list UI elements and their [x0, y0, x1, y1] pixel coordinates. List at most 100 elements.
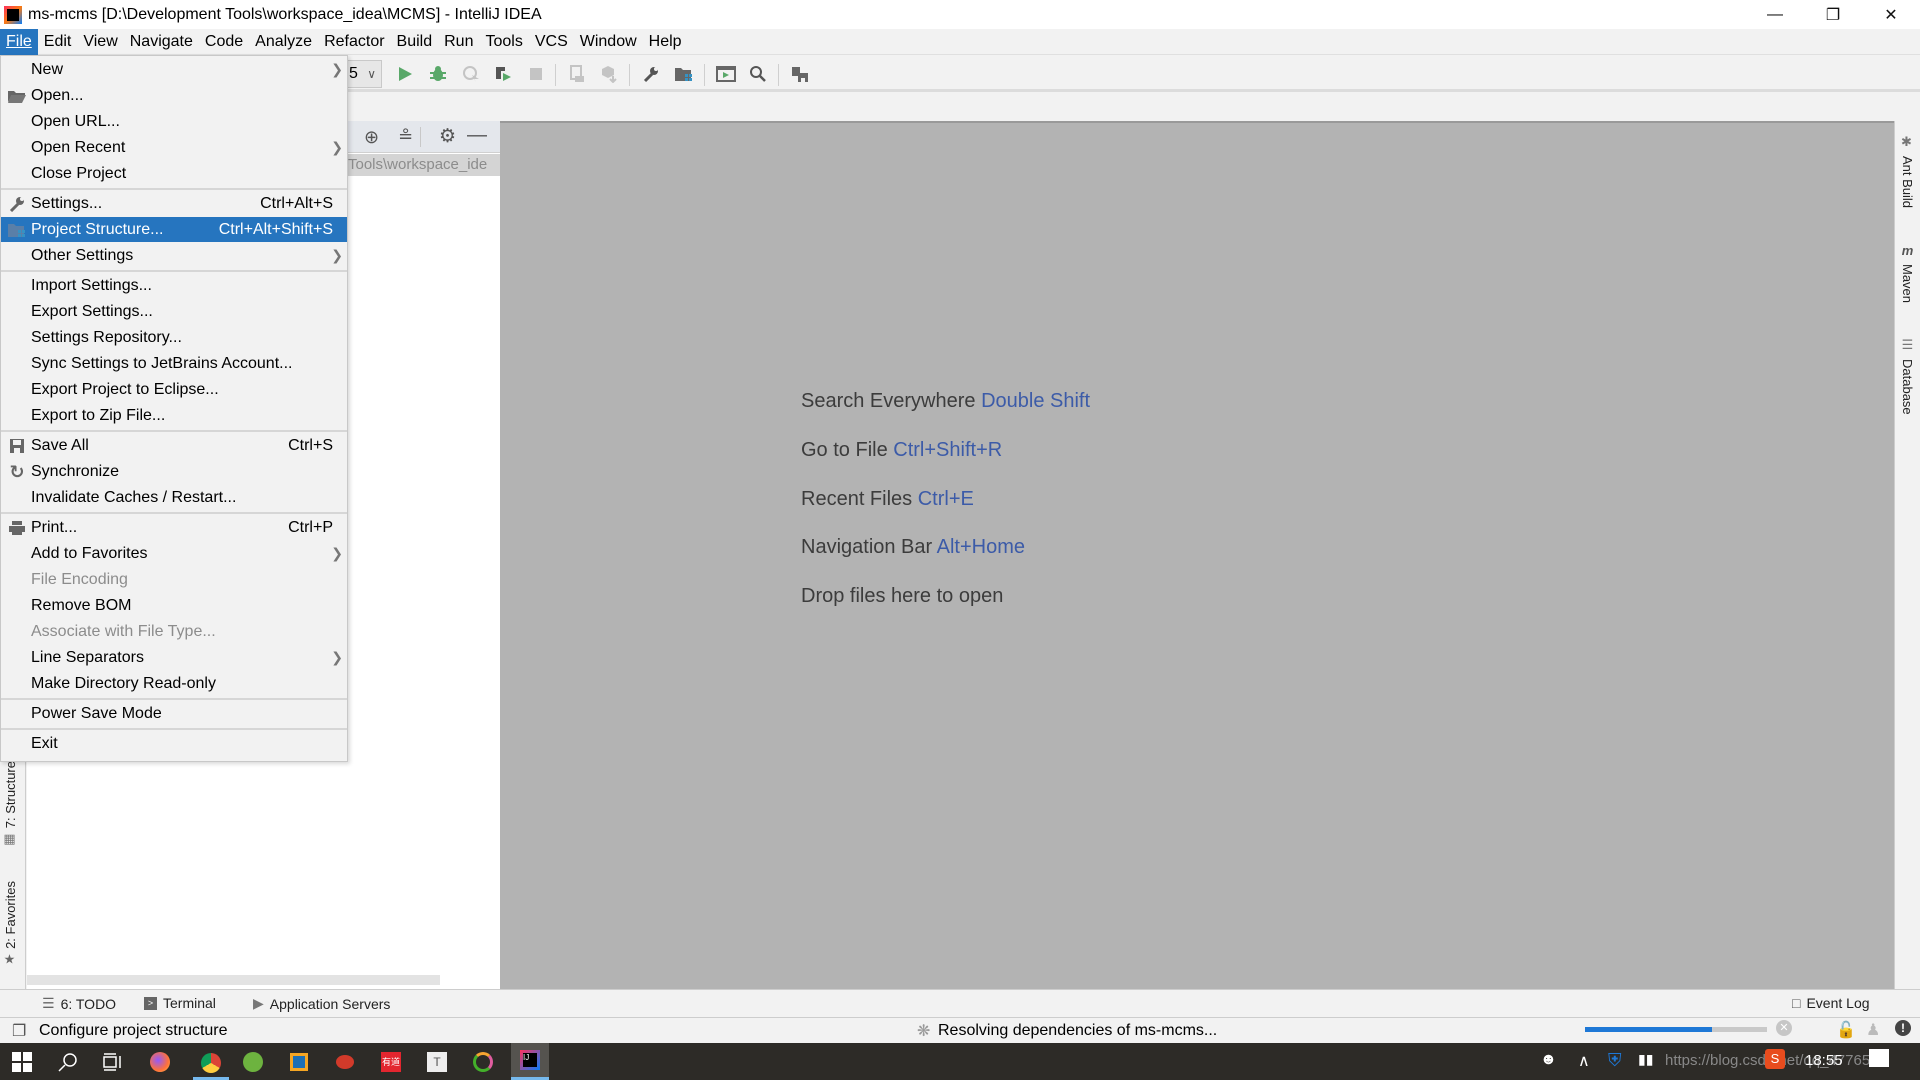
menu-item-invalidate-caches[interactable]: Invalidate Caches / Restart...: [1, 485, 347, 510]
menu-item-synchronize[interactable]: ↻ Synchronize: [1, 459, 347, 484]
menu-item-associate-file-type[interactable]: Associate with File Type...: [1, 619, 347, 644]
menu-item-close-project[interactable]: Close Project: [1, 161, 347, 186]
menu-item-import-settings[interactable]: Import Settings...: [1, 273, 347, 298]
menu-vcs[interactable]: VCS: [529, 29, 574, 55]
menu-tools[interactable]: Tools: [479, 29, 528, 55]
security-shield-icon[interactable]: ⛨: [1608, 1050, 1622, 1071]
taskbar-spring[interactable]: [239, 1048, 267, 1076]
debug-button[interactable]: [426, 62, 450, 86]
menu-build[interactable]: Build: [391, 29, 439, 55]
tab-structure[interactable]: ▦ 7: Structure: [3, 761, 18, 847]
sdk-manager-button[interactable]: [597, 62, 621, 86]
project-structure-button[interactable]: [672, 62, 696, 86]
stop-button[interactable]: [524, 62, 548, 86]
coverage-button[interactable]: [491, 62, 515, 86]
profile-button[interactable]: [459, 62, 483, 86]
tab-application-servers[interactable]: ▶ Application Servers: [253, 995, 390, 1012]
taskbar-chrome[interactable]: [193, 1048, 229, 1080]
chevron-up-icon[interactable]: ∧: [1578, 1051, 1590, 1071]
tab-ant-build[interactable]: ✱ Ant Build: [1900, 135, 1915, 208]
menu-item-label: Open Recent: [31, 139, 126, 156]
toggle-tool-windows-icon[interactable]: ❐: [12, 1021, 26, 1041]
device-button[interactable]: [565, 62, 589, 86]
action-center-icon[interactable]: [1869, 1049, 1889, 1067]
menu-code[interactable]: Code: [199, 29, 249, 55]
lock-icon[interactable]: 🔓: [1836, 1020, 1856, 1040]
taskbar-typora[interactable]: T: [423, 1048, 451, 1076]
chevron-right-icon: ❯: [331, 649, 343, 665]
taskbar-virtualbox[interactable]: [285, 1048, 313, 1076]
menu-edit[interactable]: Edit: [38, 29, 78, 55]
run-anything-button[interactable]: [714, 62, 738, 86]
start-button[interactable]: [8, 1048, 36, 1076]
menu-refactor[interactable]: Refactor: [318, 29, 390, 55]
menu-item-export-settings[interactable]: Export Settings...: [1, 299, 347, 324]
tab-todo[interactable]: ☰ 6: TODO: [42, 995, 116, 1012]
search-everywhere-button[interactable]: [746, 62, 770, 86]
notification-icon[interactable]: !: [1895, 1020, 1911, 1036]
search-icon: [58, 1053, 77, 1072]
run-button[interactable]: [393, 62, 417, 86]
menu-item-exit[interactable]: Exit: [1, 731, 347, 756]
menu-item-open-recent[interactable]: Open Recent ❯: [1, 135, 347, 160]
settings-button[interactable]: [639, 62, 663, 86]
menu-analyze[interactable]: Analyze: [249, 29, 318, 55]
menu-item-settings[interactable]: Settings... Ctrl+Alt+S: [1, 191, 347, 216]
gear-icon[interactable]: ⚙: [439, 125, 456, 148]
background-task[interactable]: Resolving dependencies of ms-mcms...: [938, 1022, 1217, 1040]
menu-help[interactable]: Help: [643, 29, 688, 55]
menu-item-make-read-only[interactable]: Make Directory Read-only: [1, 671, 347, 696]
menu-item-add-to-favorites[interactable]: Add to Favorites ❯: [1, 541, 347, 566]
editor-area[interactable]: Search Everywhere Double Shift Go to Fil…: [500, 121, 1894, 989]
menu-item-open-url[interactable]: Open URL...: [1, 109, 347, 134]
locate-icon[interactable]: ⊕: [364, 127, 379, 148]
taskbar-app-red[interactable]: [331, 1048, 359, 1076]
menu-item-print[interactable]: Print... Ctrl+P: [1, 515, 347, 540]
task-view-button[interactable]: [98, 1048, 126, 1076]
people-icon[interactable]: ☻: [1540, 1051, 1557, 1069]
menu-item-remove-bom[interactable]: Remove BOM: [1, 593, 347, 618]
menu-item-open[interactable]: Open...: [1, 83, 347, 108]
tab-terminal[interactable]: > Terminal: [144, 995, 216, 1011]
minimize-button[interactable]: —: [1746, 0, 1804, 29]
hide-icon[interactable]: —: [467, 124, 487, 147]
tab-maven[interactable]: m Maven: [1900, 243, 1915, 303]
taskbar-search[interactable]: [54, 1048, 82, 1076]
inspector-icon[interactable]: ♟: [1866, 1020, 1880, 1040]
menu-item-settings-repository[interactable]: Settings Repository...: [1, 325, 347, 350]
menu-window[interactable]: Window: [574, 29, 643, 55]
clock[interactable]: 18:55: [1805, 1052, 1843, 1069]
taskbar-intellij[interactable]: IJ: [511, 1043, 549, 1080]
collapse-all-icon[interactable]: ≗: [398, 126, 413, 147]
horizontal-scrollbar[interactable]: [27, 975, 440, 985]
menu-item-other-settings[interactable]: Other Settings ❯: [1, 243, 347, 268]
taskbar-youdao[interactable]: 有道: [377, 1048, 405, 1076]
close-button[interactable]: ✕: [1862, 0, 1920, 29]
menu-file[interactable]: File: [0, 28, 38, 55]
menu-run[interactable]: Run: [438, 29, 479, 55]
menu-item-new[interactable]: New ❯: [1, 57, 347, 82]
battery-icon[interactable]: ▮▮: [1638, 1051, 1653, 1068]
database-changes-button[interactable]: [788, 62, 812, 86]
taskbar-firefox[interactable]: [146, 1048, 174, 1076]
tab-favorites[interactable]: ★ 2: Favorites: [3, 881, 18, 968]
event-log-button[interactable]: □ Event Log: [1792, 995, 1870, 1011]
hint-label: Go to File: [801, 439, 888, 461]
menu-navigate[interactable]: Navigate: [124, 29, 199, 55]
tab-database[interactable]: ☰ Database: [1900, 337, 1915, 415]
menu-item-sync-settings[interactable]: Sync Settings to JetBrains Account...: [1, 351, 347, 376]
restore-button[interactable]: ❐: [1804, 0, 1862, 29]
menu-item-line-separators[interactable]: Line Separators ❯: [1, 645, 347, 670]
taskbar-anaconda[interactable]: [469, 1048, 497, 1076]
menu-item-export-eclipse[interactable]: Export Project to Eclipse...: [1, 377, 347, 402]
menu-item-export-zip[interactable]: Export to Zip File...: [1, 403, 347, 428]
menu-item-save-all[interactable]: Save All Ctrl+S: [1, 433, 347, 458]
menu-view[interactable]: View: [77, 29, 123, 55]
menu-item-file-encoding[interactable]: File Encoding: [1, 567, 347, 592]
menu-item-project-structure[interactable]: Project Structure... Ctrl+Alt+Shift+S: [1, 217, 347, 242]
menu-item-power-save-mode[interactable]: Power Save Mode: [1, 701, 347, 726]
ime-sogou-icon[interactable]: S: [1765, 1049, 1785, 1069]
run-configuration-select[interactable]: 5 ∨: [344, 60, 382, 88]
menu-item-shortcut: Ctrl+P: [288, 519, 333, 536]
cancel-task-icon[interactable]: ✕: [1776, 1020, 1792, 1036]
